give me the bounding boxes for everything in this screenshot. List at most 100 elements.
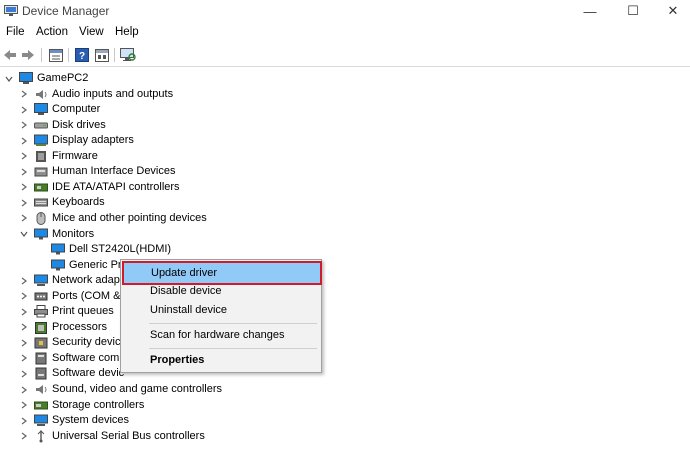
device-manager-icon — [4, 5, 18, 16]
tree-category[interactable]: Security device — [0, 335, 690, 350]
chevron-right-icon[interactable] — [19, 398, 29, 413]
category-label: Disk drives — [52, 118, 106, 131]
tree-category[interactable]: Monitors — [0, 227, 690, 242]
tree-category[interactable]: Disk drives — [0, 118, 690, 133]
chevron-right-icon[interactable] — [19, 164, 29, 179]
help-icon[interactable]: ? — [73, 46, 91, 64]
menu-separator — [149, 348, 317, 349]
minimize-button[interactable]: — — [570, 0, 610, 22]
svg-text:?: ? — [79, 51, 85, 62]
tree-category[interactable]: Sound, video and game controllers — [0, 382, 690, 397]
chevron-right-icon[interactable] — [19, 149, 29, 164]
device-tree: GamePC2 Audio inputs and outputs Computer… — [0, 66, 690, 461]
sound-icon — [36, 385, 47, 394]
menu-help[interactable]: Help — [115, 26, 139, 38]
port-icon — [34, 292, 48, 301]
tree-category[interactable]: Print queues — [0, 304, 690, 319]
tree-category[interactable]: Ports (COM & — [0, 289, 690, 304]
chevron-right-icon[interactable] — [19, 273, 29, 288]
chevron-right-icon[interactable] — [19, 195, 29, 210]
menu-file[interactable]: File — [6, 26, 25, 38]
menu-action[interactable]: Action — [36, 26, 68, 38]
chevron-right-icon[interactable] — [19, 335, 29, 350]
disable-device-menu-item[interactable]: Disable device — [123, 281, 319, 301]
category-label: Network adapt — [52, 274, 123, 287]
monitor-icon — [51, 243, 65, 255]
forward-arrow-icon[interactable] — [19, 46, 37, 64]
chevron-right-icon[interactable] — [19, 382, 29, 397]
tree-category[interactable]: Network adapt — [0, 273, 690, 288]
chevron-down-icon[interactable] — [19, 227, 29, 242]
mouse-icon — [36, 211, 46, 225]
category-label: Sound, video and game controllers — [52, 383, 222, 395]
monitor-scan-icon[interactable] — [119, 46, 137, 64]
speaker-icon — [36, 89, 47, 99]
ide-controller-icon — [34, 183, 48, 192]
tree-category[interactable]: Firmware — [0, 149, 690, 164]
properties-menu-item[interactable]: Properties — [123, 350, 319, 370]
storage-controller-icon — [34, 401, 48, 409]
menu-bar: File Action View Help — [0, 24, 690, 42]
computer-icon — [19, 72, 33, 84]
monitor-icon — [34, 228, 48, 239]
chevron-right-icon[interactable] — [19, 366, 29, 381]
category-label: Ports (COM & — [52, 289, 121, 302]
category-label: Audio inputs and outputs — [52, 87, 174, 100]
back-arrow-icon[interactable] — [1, 46, 19, 64]
category-label: System devices — [52, 414, 130, 427]
hid-icon — [34, 167, 48, 177]
category-label: Software devic — [52, 367, 125, 380]
category-label: Processors — [52, 320, 108, 333]
tree-category[interactable]: System devices — [0, 413, 690, 428]
chevron-right-icon[interactable] — [19, 304, 29, 319]
chevron-right-icon[interactable] — [19, 211, 29, 226]
tree-category[interactable]: IDE ATA/ATAPI controllers — [0, 180, 690, 195]
chevron-right-icon[interactable] — [19, 320, 29, 335]
tree-device[interactable]: Dell ST2420L(HDMI) — [0, 242, 690, 257]
close-button[interactable]: ✕ — [656, 0, 690, 22]
chevron-right-icon[interactable] — [19, 351, 29, 366]
uninstall-device-menu-item[interactable]: Uninstall device — [123, 300, 319, 320]
category-label: Mice and other pointing devices — [52, 211, 207, 224]
tree-category[interactable]: Software devic — [0, 366, 690, 381]
chevron-right-icon[interactable] — [19, 180, 29, 195]
tree-category[interactable]: Computer — [0, 102, 690, 117]
details-icon[interactable] — [93, 46, 111, 64]
chevron-right-icon[interactable] — [19, 289, 29, 304]
category-label: Storage controllers — [52, 398, 145, 411]
tree-category[interactable]: Audio inputs and outputs — [0, 87, 690, 102]
chevron-right-icon[interactable] — [19, 118, 29, 133]
tree-category[interactable]: Keyboards — [0, 195, 690, 210]
category-label: Print queues — [52, 305, 114, 318]
software-component-icon — [35, 352, 47, 365]
tree-category[interactable]: Universal Serial Bus controllers — [0, 429, 690, 444]
toolbar: ? — [0, 44, 690, 67]
computer-icon — [34, 103, 48, 115]
category-label: Firmware — [52, 149, 98, 162]
chevron-right-icon[interactable] — [19, 133, 29, 148]
tree-category[interactable]: Mice and other pointing devices — [0, 211, 690, 226]
network-adapter-icon — [34, 274, 48, 287]
disk-drive-icon — [34, 122, 48, 129]
tree-device[interactable]: Generic PnP — [0, 258, 690, 273]
chevron-right-icon[interactable] — [19, 102, 29, 117]
chevron-down-icon[interactable] — [4, 71, 14, 86]
menu-view[interactable]: View — [79, 26, 104, 38]
category-label: IDE ATA/ATAPI controllers — [52, 180, 180, 193]
category-label: Software comp — [52, 351, 126, 364]
chevron-right-icon[interactable] — [19, 413, 29, 428]
menu-separator — [149, 323, 317, 324]
tree-category[interactable]: Processors — [0, 320, 690, 335]
properties-icon[interactable] — [47, 46, 65, 64]
tree-category[interactable]: Software comp — [0, 351, 690, 366]
chevron-right-icon[interactable] — [19, 429, 29, 444]
scan-hardware-menu-item[interactable]: Scan for hardware changes — [123, 325, 319, 345]
tree-category[interactable]: Storage controllers — [0, 398, 690, 413]
tree-category[interactable]: Display adapters — [0, 133, 690, 148]
title-bar: Device Manager — ☐ ✕ — [0, 0, 690, 22]
tree-root[interactable]: GamePC2 — [0, 71, 690, 86]
maximize-button[interactable]: ☐ — [613, 0, 653, 22]
chevron-right-icon[interactable] — [19, 87, 29, 102]
tree-category[interactable]: Human Interface Devices — [0, 164, 690, 179]
keyboard-icon — [34, 198, 48, 207]
